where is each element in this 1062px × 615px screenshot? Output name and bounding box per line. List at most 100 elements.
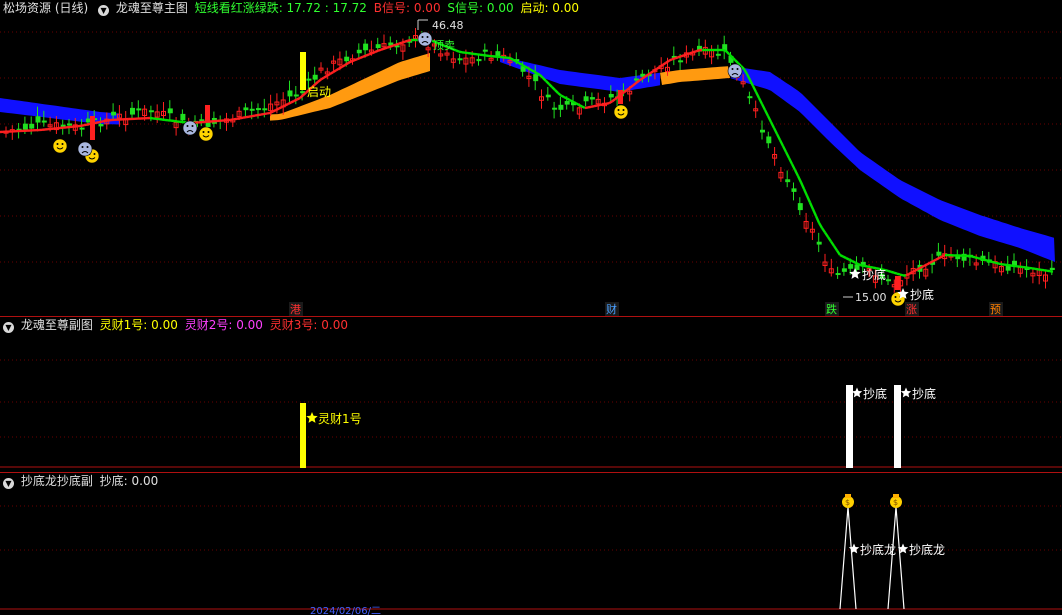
ma-line [1031,267,1036,270]
ribbon-orange [660,66,730,85]
ma-line [686,52,691,56]
candle-body [457,58,463,61]
candle-body [1049,267,1055,270]
ma-line [512,58,517,63]
eye [426,36,429,38]
signal-bar [895,276,900,290]
happy-face-icon [198,126,214,142]
ma-line [980,257,985,261]
ma-line [926,261,931,266]
ma-line [272,108,277,113]
sub2-indicator-name[interactable]: 抄底龙抄底副 [21,474,93,488]
ma-line [356,56,361,61]
ma-line [848,258,853,263]
collapse-triangle-icon[interactable]: ▼ [98,5,110,16]
ma-line [284,102,289,107]
eye [421,36,424,38]
emoji-face-icon [727,63,743,79]
candle-body [715,53,721,56]
main-chart-panel[interactable]: 松场资源 (日线) ▼ 龙魂至尊主图 短线看红涨绿跌: 17.72 : 17.7… [0,0,1062,316]
ma-line [350,59,355,63]
dingmai-label: 顶卖 [433,39,455,52]
candle-body [249,108,255,111]
sub2-panel[interactable]: ▼ 抄底龙抄底副 抄底: 0.00 $ $ 抄底龙 抄底龙 2024/02/06/二 [0,473,1062,615]
candle-body [344,56,350,62]
main-candlestick-chart[interactable]: 启动顶卖46.4815.00抄底抄底港财跌涨预 [0,0,1062,316]
ma-line [802,188,809,197]
ma-line [572,100,577,105]
emoji-face-icon [77,141,93,157]
ma-line [911,269,916,274]
ma-line [787,157,794,165]
collapse-triangle-icon[interactable]: ▼ [3,478,14,489]
ma-line [893,271,898,275]
ma-line [521,63,526,68]
ma-line [1034,267,1039,271]
ma-line [641,75,646,80]
ma-line [269,110,274,115]
candle-body [760,129,765,133]
ma-line [389,44,394,48]
ma-line [811,208,818,217]
sub2-chart[interactable]: $ $ 抄底龙 抄底龙 [0,473,1062,615]
indicator-name[interactable]: 龙魂至尊主图 [116,1,188,15]
low-price-mark: 15.00 [855,291,887,304]
ma-line [407,38,412,42]
candle-body [262,108,268,111]
candle-body [785,179,791,183]
ma-line [725,50,730,55]
ma-line [344,62,349,67]
ma-line [983,258,988,262]
candle-body [678,60,684,63]
event-tag-text: 财 [606,302,617,316]
ma-line [554,89,559,94]
chaodi-bar [894,385,901,468]
sub1-chart[interactable]: 灵财1号 抄底 抄底 [0,317,1062,472]
ma-line [896,272,901,276]
happy-face-icon [52,138,68,154]
ma-line [353,58,358,62]
candle-body [35,116,41,123]
ma-line [674,56,679,60]
ma-line [854,261,859,266]
ma-line [98,120,103,124]
event-tag-text: 港 [290,303,301,316]
chaodilong-label: 抄底龙 [909,542,945,557]
candle-body [558,104,564,110]
ma-line [887,269,892,273]
ma-line [101,119,106,123]
candle-body [293,94,299,97]
lc2-value: 灵财2号: 0.00 [184,318,263,332]
ma-line [611,98,616,103]
ma-line [398,41,403,45]
candle-body [886,279,891,282]
ma-line [533,70,538,75]
ma-line [584,106,589,110]
collapse-triangle-icon[interactable]: ▼ [3,322,14,333]
ma-line [290,99,295,104]
ma-line [569,99,574,103]
candle-body [545,94,551,98]
money-bag-symbol: $ [845,498,850,507]
ma-line [548,83,553,88]
sub1-indicator-name[interactable]: 龙魂至尊副图 [21,318,93,332]
ma-line [833,245,838,252]
ma-line [790,163,797,171]
ma-line [515,60,520,65]
ma-line [233,117,238,121]
candle-body [552,107,558,110]
emoji-face-icon [182,120,198,136]
ma-line [998,262,1003,266]
ma-line [659,63,664,68]
event-tag: 预 [989,302,1003,316]
ma-line [86,122,91,126]
ma-line [563,96,568,100]
sad-face-icon [727,63,743,79]
emoji-face-icon [417,31,433,47]
ma-line [1043,269,1048,272]
ma-line [799,181,806,190]
eye [81,146,84,148]
candle-body [22,123,28,130]
ma-line [254,113,259,117]
sub1-panel[interactable]: ▼ 龙魂至尊副图 灵财1号: 0.00 灵财2号: 0.00 灵财3号: 0.0… [0,317,1062,472]
